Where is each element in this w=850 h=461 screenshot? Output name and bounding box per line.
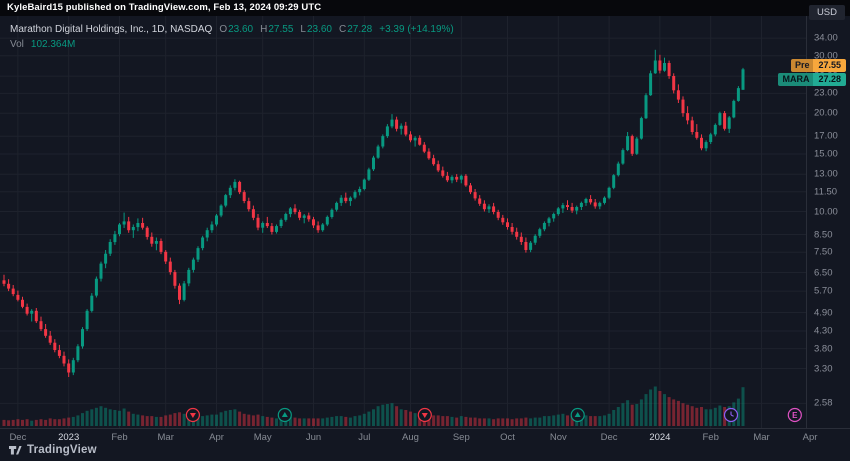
close-value: C27.28 — [339, 24, 372, 35]
year-tick: 2024 — [649, 429, 670, 446]
symbol-price-badge-value: 27.28 — [813, 73, 846, 86]
symbol-price-badge-label: MARA — [778, 73, 813, 86]
price-tick: 7.50 — [814, 247, 833, 258]
candlestick-chart[interactable]: E — [0, 16, 806, 428]
month-tick: Sep — [453, 429, 470, 446]
price-tick: 4.90 — [814, 307, 833, 318]
month-tick: Mar — [158, 429, 174, 446]
price-tick: 8.50 — [814, 229, 833, 240]
symbol-legend: Marathon Digital Holdings, Inc., 1D, NAS… — [10, 24, 454, 50]
price-tick: 4.30 — [814, 326, 833, 337]
currency-button[interactable]: USD — [809, 5, 845, 20]
price-tick: 17.00 — [814, 131, 838, 142]
price-tick: 34.00 — [814, 33, 838, 44]
low-value: L23.60 — [300, 24, 332, 35]
price-tick: 3.30 — [814, 363, 833, 374]
svg-text:E: E — [792, 411, 798, 420]
price-tick: 20.00 — [814, 108, 838, 119]
publish-bar: KyleBaird15 published on TradingView.com… — [0, 0, 850, 16]
tradingview-logo-icon[interactable] — [8, 443, 22, 457]
premarket-price-badge: Pre27.55 — [791, 59, 846, 72]
month-tick: Jul — [358, 429, 370, 446]
month-tick: Aug — [402, 429, 419, 446]
premarket-price-badge-label: Pre — [791, 59, 814, 72]
price-tick: 5.70 — [814, 286, 833, 297]
symbol-price-badge: MARA27.28 — [778, 73, 846, 86]
price-tick: 2.58 — [814, 398, 833, 409]
month-tick: Dec — [601, 429, 618, 446]
premarket-price-badge-value: 27.55 — [813, 59, 846, 72]
price-tick: 13.00 — [814, 169, 838, 180]
tradingview-snapshot: KyleBaird15 published on TradingView.com… — [0, 0, 850, 461]
symbol-title[interactable]: Marathon Digital Holdings, Inc., 1D, NAS… — [10, 24, 212, 35]
time-axis[interactable]: Dec2023FebMarAprMayJunJulAugSepOctNovDec… — [0, 428, 850, 446]
month-tick: Apr — [209, 429, 224, 446]
change-value: +3.39 (+14.19%) — [379, 24, 454, 35]
volume-label: Vol — [10, 39, 24, 50]
price-tick: 6.50 — [814, 267, 833, 278]
price-tick: 3.80 — [814, 343, 833, 354]
month-tick: Nov — [550, 429, 567, 446]
price-tick: 10.00 — [814, 206, 838, 217]
price-tick: 15.00 — [814, 149, 838, 160]
month-tick: May — [254, 429, 272, 446]
high-value: H27.55 — [260, 24, 293, 35]
price-tick: 23.00 — [814, 88, 838, 99]
footer: TradingView — [8, 443, 97, 457]
month-tick: Jun — [306, 429, 321, 446]
month-tick: Apr — [803, 429, 818, 446]
month-tick: Mar — [753, 429, 769, 446]
month-tick: Feb — [111, 429, 127, 446]
tradingview-logo-text[interactable]: TradingView — [27, 444, 97, 456]
price-tick: 11.50 — [814, 186, 837, 197]
open-value: O23.60 — [219, 24, 253, 35]
volume-value: 102.364M — [31, 39, 75, 50]
month-tick: Oct — [500, 429, 515, 446]
month-tick: Feb — [703, 429, 719, 446]
publish-text: KyleBaird15 published on TradingView.com… — [7, 2, 321, 13]
